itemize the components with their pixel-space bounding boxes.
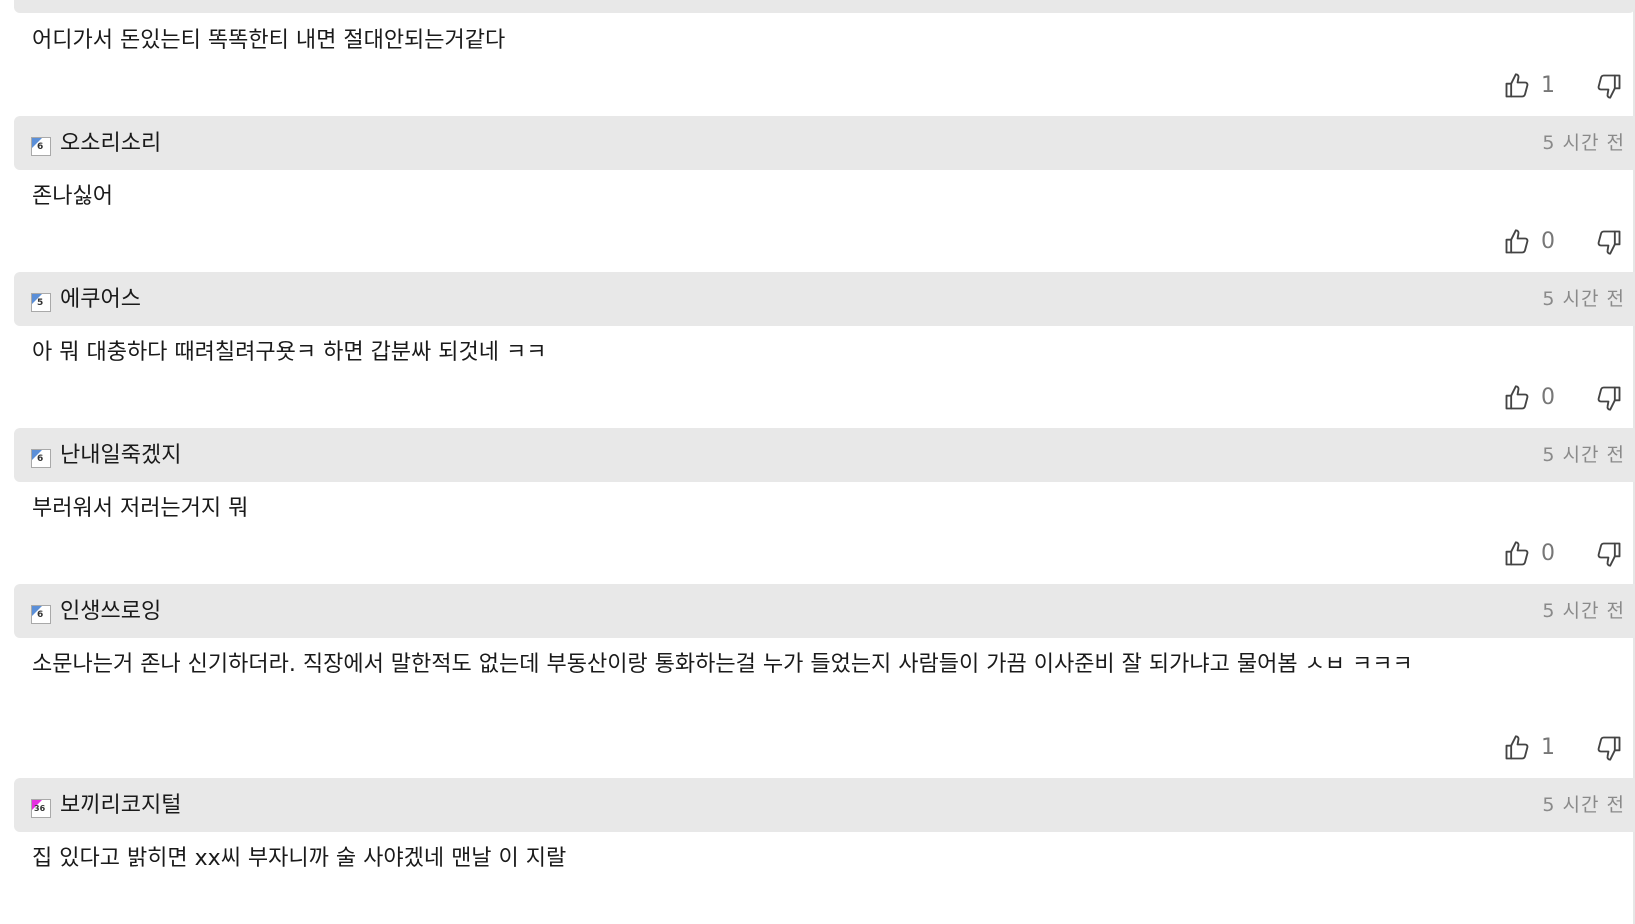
comment-author[interactable]: 인생쓰로잉 <box>60 598 161 626</box>
thumbs-down-icon[interactable] <box>1595 734 1623 762</box>
thumbs-up-icon[interactable] <box>1503 72 1531 100</box>
thumbs-down-icon[interactable] <box>1595 228 1623 256</box>
comment-author[interactable]: 에쿠어스 <box>60 286 141 314</box>
thumbs-down-icon[interactable] <box>1595 384 1623 412</box>
comment-body: 집 있다고 밝히면 xx씨 부자니까 술 사야겠네 맨날 이 지랄 <box>32 846 567 871</box>
comment-header: 36 보끼리코지털 5 시간 전 <box>14 778 1635 832</box>
comment-header: 5 에쿠어스 5 시간 전 <box>14 272 1635 326</box>
like-count: 0 <box>1541 541 1555 566</box>
comment-header: 6 오소리소리 5 시간 전 <box>14 116 1635 170</box>
level-badge-icon: 6 <box>31 137 51 156</box>
level-badge-icon: 6 <box>31 605 51 624</box>
comment-body: 부러워서 저러는거지 뭐 <box>32 496 249 521</box>
comment-time: 5 시간 전 <box>1542 600 1625 622</box>
vote-bar: 0 <box>1503 538 1623 570</box>
comment-header: 6 인생쓰로잉 5 시간 전 <box>14 584 1635 638</box>
thumbs-up-icon[interactable] <box>1503 734 1531 762</box>
comment-time: 5 시간 전 <box>1542 444 1625 466</box>
like-count: 1 <box>1541 73 1555 98</box>
comment-time: 5 시간 전 <box>1542 132 1625 154</box>
comment-author[interactable]: 보끼리코지털 <box>60 792 181 820</box>
comment-body: 어디가서 돈있는티 똑똑한티 내면 절대안되는거같다 <box>32 28 506 53</box>
like-count: 0 <box>1541 229 1555 254</box>
vote-bar: 0 <box>1503 226 1623 258</box>
thumbs-up-icon[interactable] <box>1503 384 1531 412</box>
thumbs-down-icon[interactable] <box>1595 540 1623 568</box>
comment-header-partial <box>14 0 1635 13</box>
comment-body: 존나싫어 <box>32 184 113 209</box>
thumbs-up-icon[interactable] <box>1503 228 1531 256</box>
comment-header: 6 난내일죽겠지 5 시간 전 <box>14 428 1635 482</box>
vote-bar: 1 <box>1503 732 1623 764</box>
thumbs-down-icon[interactable] <box>1595 72 1623 100</box>
comment-author[interactable]: 난내일죽겠지 <box>60 442 181 470</box>
level-badge-icon: 5 <box>31 293 51 312</box>
like-count: 0 <box>1541 385 1555 410</box>
comment-time: 5 시간 전 <box>1542 288 1625 310</box>
vote-bar: 0 <box>1503 382 1623 414</box>
thumbs-up-icon[interactable] <box>1503 540 1531 568</box>
level-badge-icon: 6 <box>31 449 51 468</box>
comment-body: 소문나는거 존나 신기하더라. 직장에서 말한적도 없는데 부동산이랑 통화하는… <box>32 652 1413 677</box>
comment-time: 5 시간 전 <box>1542 794 1625 816</box>
comment-list: 어디가서 돈있는티 똑똑한티 내면 절대안되는거같다 1 6 오소리소리 5 시… <box>0 0 1635 924</box>
like-count: 1 <box>1541 735 1555 760</box>
comment-author[interactable]: 오소리소리 <box>60 130 161 158</box>
vote-bar: 1 <box>1503 70 1623 102</box>
comment-body: 아 뭐 대충하다 때려칠려구욧ㅋ 하면 갑분싸 되것네 ㅋㅋ <box>32 340 547 365</box>
level-badge-icon: 36 <box>31 799 51 818</box>
